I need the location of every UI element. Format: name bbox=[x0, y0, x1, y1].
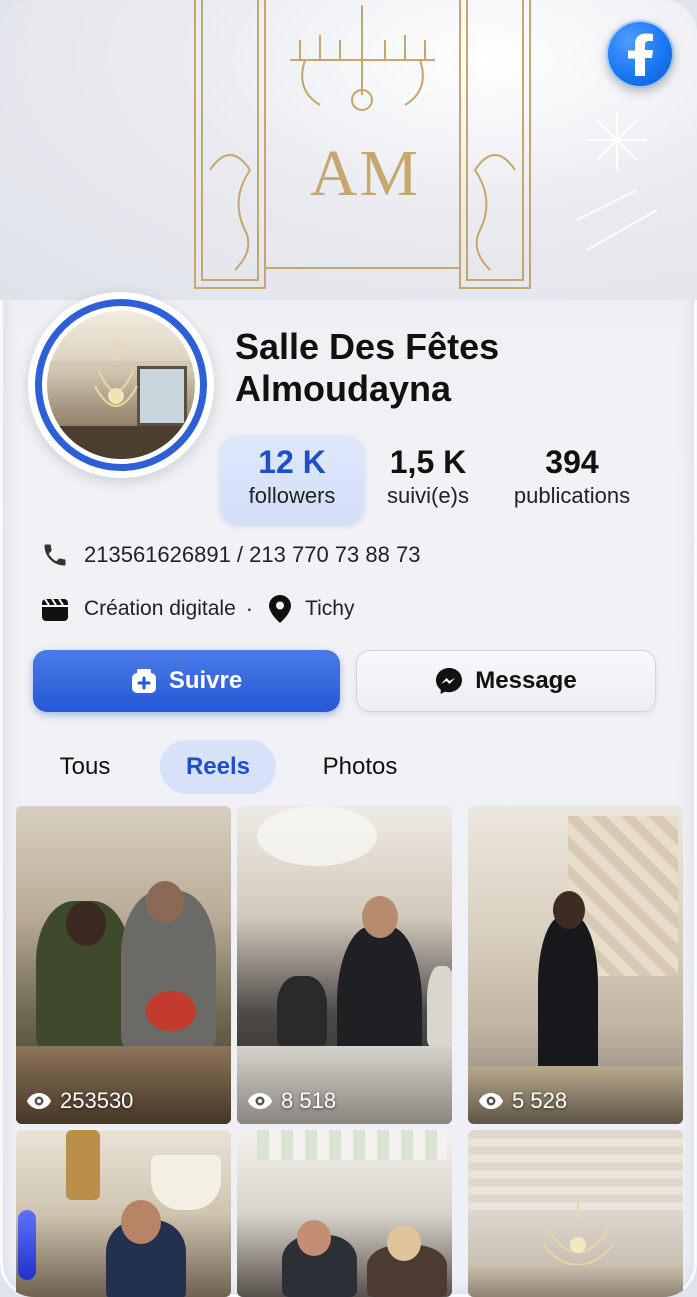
following-label: suivi(e)s bbox=[387, 483, 469, 508]
page-title-line2: Almoudayna bbox=[235, 368, 452, 409]
glowing-object-decoration bbox=[18, 1210, 36, 1280]
followers-label: followers bbox=[248, 483, 336, 508]
eye-icon bbox=[27, 1093, 51, 1109]
messenger-icon bbox=[435, 667, 463, 695]
page-title-line1: Salle Des Fêtes bbox=[235, 326, 500, 367]
reel-view-count: 8 518 bbox=[247, 1088, 336, 1114]
reel-views-3: 5 528 bbox=[512, 1088, 568, 1113]
posts-count: 394 bbox=[545, 444, 599, 480]
followers-stat[interactable]: 12 K followers bbox=[220, 436, 364, 524]
reel-tile[interactable] bbox=[237, 1130, 452, 1297]
sparkle-decoration bbox=[576, 110, 658, 251]
phone-icon bbox=[40, 540, 70, 570]
cover-monogram: AM bbox=[309, 137, 421, 210]
details-row: Création digitale · Tichy bbox=[40, 594, 355, 624]
reel-views-2: 8 518 bbox=[281, 1088, 337, 1113]
avatar[interactable] bbox=[28, 292, 214, 478]
message-button[interactable]: Message bbox=[356, 650, 656, 712]
reel-tile[interactable]: 253530 bbox=[16, 806, 231, 1124]
eye-icon bbox=[479, 1093, 503, 1109]
clapperboard-icon bbox=[40, 594, 70, 624]
follow-button[interactable]: Suivre bbox=[33, 650, 340, 712]
reel-tile[interactable]: 8 518 bbox=[237, 806, 452, 1124]
reel-tile[interactable] bbox=[468, 1130, 683, 1297]
tab-all[interactable]: Tous bbox=[40, 740, 130, 794]
reel-tile[interactable]: 5 528 bbox=[468, 806, 683, 1124]
phone-number: 213561626891 / 213 770 73 88 73 bbox=[84, 542, 421, 567]
avatar-photo bbox=[47, 311, 195, 459]
reel-tile[interactable] bbox=[16, 1130, 231, 1297]
eye-icon bbox=[248, 1093, 272, 1109]
reel-views-1: 253530 bbox=[60, 1088, 134, 1113]
profile-card: AM Salle Des Fêtes Almoudayna 12 K follo… bbox=[0, 0, 697, 1297]
tab-photos[interactable]: Photos bbox=[300, 740, 420, 794]
location-pin-icon bbox=[265, 594, 295, 624]
followers-count: 12 K bbox=[258, 444, 326, 480]
facebook-icon[interactable] bbox=[606, 20, 674, 88]
follow-icon bbox=[131, 668, 157, 694]
posts-label: publications bbox=[513, 483, 631, 508]
category-text: Création digitale bbox=[84, 597, 236, 620]
reel-view-count: 5 528 bbox=[478, 1088, 567, 1114]
message-label: Message bbox=[475, 667, 577, 694]
separator: · bbox=[245, 596, 254, 621]
following-count: 1,5 K bbox=[389, 444, 467, 480]
tab-reels[interactable]: Reels bbox=[160, 740, 276, 794]
story-ring bbox=[35, 299, 207, 471]
location-text[interactable]: Tichy bbox=[305, 597, 354, 621]
phone-row[interactable]: 213561626891 / 213 770 73 88 73 bbox=[40, 540, 420, 570]
reel-view-count: 253530 bbox=[26, 1088, 133, 1114]
following-stat[interactable]: 1,5 K suivi(e)s bbox=[372, 436, 484, 524]
follow-label: Suivre bbox=[168, 667, 243, 694]
cover-image[interactable]: AM bbox=[0, 0, 697, 300]
posts-stat[interactable]: 394 publications bbox=[500, 436, 644, 524]
page-title: Salle Des Fêtes Almoudayna bbox=[235, 326, 675, 410]
